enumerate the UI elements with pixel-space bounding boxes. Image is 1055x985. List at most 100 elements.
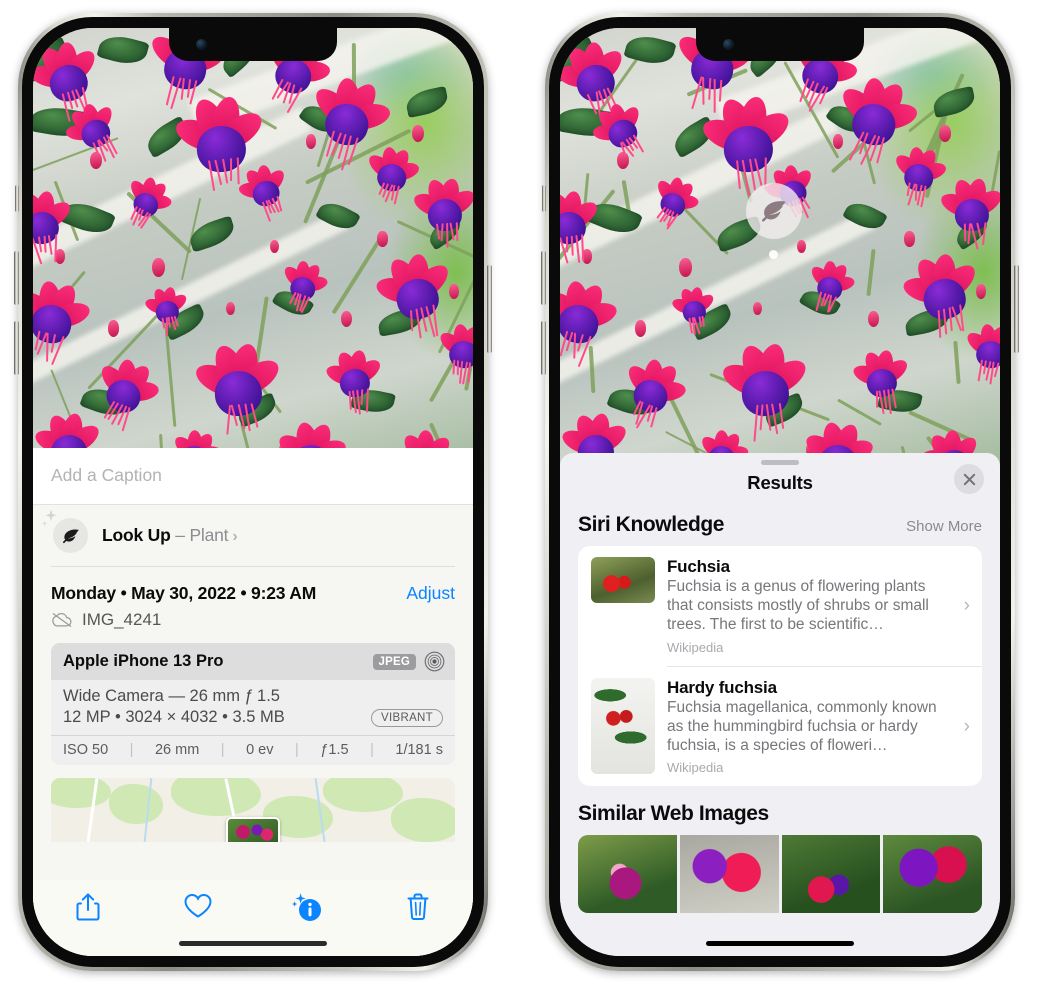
caption-input[interactable]: Add a Caption [51,465,455,486]
leaf-icon [62,528,79,543]
knowledge-title: Fuchsia [667,557,730,576]
look-up-action: Look Up [102,525,171,545]
exif-settings-row: ISO 50 | 26 mm | 0 ev | ƒ1.5 | 1/181 s [51,735,455,765]
flower-stamen [53,234,57,263]
volume-down-button-2[interactable] [541,321,546,375]
knowledge-body: Fuchsia Fuchsia is a genus of flowering … [667,557,950,655]
info-button[interactable] [253,892,363,924]
knowledge-source: Wikipedia [667,639,724,655]
map-green-3 [171,778,261,816]
icloud-slash-icon [52,613,72,627]
volume-down-button[interactable] [14,321,19,375]
volume-up-button-2[interactable] [541,251,546,305]
left-phone-device: Add a Caption Look Up – Plant › Monday •… [14,13,492,971]
right-phone-screen: Results Siri Knowledge Show More Fuchsia… [560,28,1000,956]
left-phone-screen: Add a Caption Look Up – Plant › Monday •… [33,28,473,956]
visual-lookup-indicator-dot [769,250,778,259]
location-map[interactable] [51,778,455,842]
flower-stamen [467,362,472,384]
device-name: Apple iPhone 13 Pro [63,652,224,670]
look-up-label: Look Up – Plant › [102,525,238,546]
heart-icon [184,893,212,918]
flower-stamen [876,390,879,408]
flower-bud [904,231,915,247]
knowledge-title: Hardy fuchsia [667,677,777,697]
home-indicator[interactable] [179,941,327,946]
left-phone-bezel: Add a Caption Look Up – Plant › Monday •… [22,17,484,967]
knowledge-description: Fuchsia magellanica, commonly known as t… [667,698,937,754]
web-image-1[interactable] [578,835,677,914]
similar-web-images-header: Similar Web Images [560,786,1000,835]
map-green-5 [323,778,403,812]
volume-up-button[interactable] [14,251,19,305]
show-more-button[interactable]: Show More [906,518,982,535]
home-indicator-2[interactable] [706,941,854,946]
flower-stamen [891,388,898,410]
close-icon [963,473,975,485]
flower-stamen [365,388,369,413]
knowledge-body: Hardy fuchsia Fuchsia magellanica, commo… [667,678,950,776]
exif-focal: 26 mm [154,742,200,758]
side-power-button[interactable] [487,265,492,353]
look-up-dash: – [170,525,190,545]
size-row: 12 MP • 3024 × 4032 • 3.5 MB VIBRANT [63,708,443,727]
section-title-siri-knowledge: Siri Knowledge [578,513,725,536]
share-icon [76,893,100,921]
silent-switch[interactable] [15,185,19,212]
notch [169,28,337,61]
chevron-right-icon: › [963,715,970,737]
exif-shutter: 1/181 s [395,742,443,758]
knowledge-thumbnail [591,677,655,774]
exif-card: Apple iPhone 13 Pro JPEG Wide Camera — 2… [51,643,455,765]
notch-2 [696,28,864,61]
exif-header: Apple iPhone 13 Pro JPEG [51,643,455,680]
silent-switch-2[interactable] [542,185,546,212]
exif-sep-4: | [370,742,374,758]
exif-sep-3: | [295,742,299,758]
share-button[interactable] [33,892,143,922]
web-image-2[interactable] [679,835,779,914]
web-image-3[interactable] [781,835,881,914]
flower-bud [225,302,235,316]
trash-icon [407,893,429,921]
lens-line: Wide Camera — 26 mm ƒ 1.5 [63,687,280,705]
similar-web-images-strip[interactable] [578,835,982,914]
results-sheet: Results Siri Knowledge Show More Fuchsia… [560,453,1000,956]
lens-icon [424,651,445,672]
knowledge-row[interactable]: Hardy fuchsia Fuchsia magellanica, commo… [578,667,982,787]
web-image-4[interactable] [883,835,982,914]
look-up-row[interactable]: Look Up – Plant › [33,505,473,566]
flower-bud [377,231,388,247]
photo-thumbnail-pin[interactable] [226,817,280,842]
chevron-right-icon: › [232,528,238,545]
flower-stamen [456,360,459,376]
favorite-button[interactable] [143,892,253,920]
close-button[interactable] [954,464,984,494]
flower-stamen [580,234,584,262]
section-title-similar-web-images: Similar Web Images [578,802,769,826]
size-line: 12 MP • 3024 × 4032 • 3.5 MB [63,708,285,726]
knowledge-row[interactable]: Fuchsia Fuchsia is a genus of flowering … [578,546,982,666]
exif-aperture: ƒ1.5 [320,742,349,758]
photo-viewer-2[interactable] [560,28,1000,470]
flower-bud [752,302,762,316]
right-phone-device: Results Siri Knowledge Show More Fuchsia… [541,13,1019,971]
format-badge: JPEG [372,653,416,670]
adjust-button[interactable]: Adjust [406,583,455,604]
siri-knowledge-card: Fuchsia Fuchsia is a genus of flowering … [578,546,982,787]
flower-bud [151,257,165,277]
photo-viewer[interactable] [33,28,473,470]
map-green-1 [51,778,111,808]
delete-button[interactable] [363,892,473,922]
exif-sep-2: | [220,742,225,758]
front-camera [196,39,207,50]
right-phone-bezel: Results Siri Knowledge Show More Fuchsia… [549,17,1011,967]
results-header: Results [560,464,1000,508]
siri-knowledge-header: Siri Knowledge Show More [560,508,1000,546]
caption-row[interactable]: Add a Caption [33,448,473,505]
visual-lookup-leaf-badge[interactable] [746,183,802,239]
map-green-2 [109,784,163,824]
side-power-button-2[interactable] [1014,265,1019,353]
knowledge-source: Wikipedia [667,760,724,776]
chevron-right-icon: › [963,594,970,616]
